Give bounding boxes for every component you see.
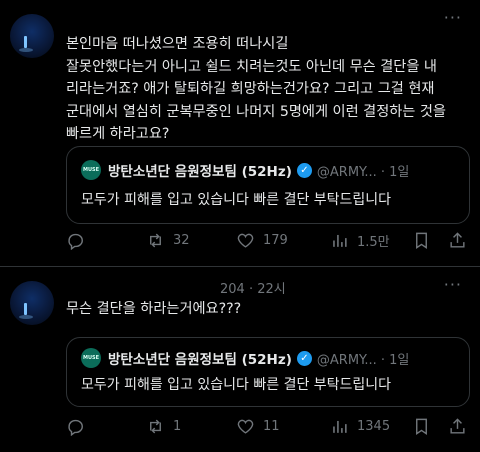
views-count: 1345 [357,419,391,434]
repost-count: 32 [173,233,190,248]
post-1: ··· 본인마음 떠나셨으면 조용히 떠나시길 잘못안했다는거 아니고 쉴드 치… [0,0,480,266]
quoted-author-avatar[interactable]: MUSE [81,160,101,180]
share-icon [450,232,465,248]
quoted-author-handle: @ARMY... · 1일 [316,352,410,368]
views-chart-icon [333,234,347,247]
like-count: 179 [263,233,288,248]
like-button[interactable]: 11 [236,417,280,436]
repost-icon [150,419,161,434]
post-text-line: 리라는거죠? 애가 탈퇴하길 희망하는건가요? 그리고 그걸 현재 [66,81,435,97]
reply-button[interactable] [66,417,93,436]
post-2: 204 · 22시 ··· 무슨 결단을 하라는거에요??? MUSE 방탄소년… [0,267,480,452]
share-button[interactable] [448,231,475,250]
author-avatar[interactable] [10,281,54,325]
post-text-line: 잘못안했다는거 아니고 쉴드 치려는것도 아닌데 무슨 결단을 내 [66,58,437,75]
post-text: 무슨 결단을 하라는거에요??? [66,298,470,321]
share-icon [450,418,465,434]
like-count: 11 [263,419,280,434]
repost-icon [150,233,161,248]
repost-count: 1 [173,419,182,434]
quoted-post[interactable]: MUSE 방탄소년단 음원정보팀 (52Hz) ✓ @ARMY... · 1일 … [66,337,470,407]
verified-badge-icon: ✓ [296,162,312,178]
quoted-author-handle: @ARMY... · 1일 [316,164,410,180]
quoted-post-header: MUSE 방탄소년단 음원정보팀 (52Hz) ✓ @ARMY... · 1일 [81,160,409,180]
post-text-line: 군대에서 열심히 군복무중인 나머지 5명에게 이런 결정하는 것을 [66,103,446,120]
author-avatar[interactable] [10,14,54,58]
avatar-figure [24,303,27,315]
post-actions: 32 179 1.5만 [66,231,476,255]
quoted-author-avatar[interactable]: MUSE [81,348,101,368]
like-button[interactable]: 179 [236,231,288,250]
bookmark-button[interactable] [412,417,439,436]
reply-button[interactable] [66,231,93,250]
quoted-post-text: 모두가 피해를 입고 있습니다 빠른 결단 부탁드립니다 [81,192,392,208]
views-count: 1.5만 [357,235,390,250]
avatar-glow [19,315,33,319]
reply-icon [68,233,83,250]
verified-badge-icon: ✓ [296,350,312,366]
quoted-post[interactable]: MUSE 방탄소년단 음원정보팀 (52Hz) ✓ @ARMY... · 1일 … [66,146,470,224]
post-meta: 204 · 22시 [220,282,286,297]
post-text: 본인마음 떠나셨으면 조용히 떠나시길 잘못안했다는거 아니고 쉴드 치려는것도… [66,33,470,146]
heart-icon [237,419,254,434]
post-text-line: 본인마음 떠나셨으면 조용히 떠나시길 [66,36,289,52]
bookmark-button[interactable] [412,231,439,250]
repost-button[interactable]: 1 [146,417,181,436]
avatar-glow [19,48,33,52]
repost-button[interactable]: 32 [146,231,190,250]
share-button[interactable] [448,417,475,436]
post-text-line: 무슨 결단을 하라는거에요??? [66,301,242,317]
quoted-author-name[interactable]: 방탄소년단 음원정보팀 (52Hz) [108,160,292,180]
views-button[interactable]: 1.5만 [330,231,390,250]
bookmark-icon [416,232,427,249]
views-button[interactable]: 1345 [330,417,390,436]
post-actions: 1 11 1345 [66,417,476,441]
post-text-line: 빠르게 하라고요? [66,126,170,142]
heart-icon [237,233,254,248]
bookmark-icon [416,418,427,435]
avatar-figure [24,36,27,48]
reply-icon [68,419,83,436]
views-chart-icon [333,420,347,433]
quoted-post-header: MUSE 방탄소년단 음원정보팀 (52Hz) ✓ @ARMY... · 1일 [81,348,409,368]
quoted-post-text: 모두가 피해를 입고 있습니다 빠른 결단 부탁드립니다 [81,377,392,393]
more-options-button[interactable]: ··· [444,275,462,294]
quoted-author-name[interactable]: 방탄소년단 음원정보팀 (52Hz) [108,348,292,368]
more-options-button[interactable]: ··· [444,8,462,27]
